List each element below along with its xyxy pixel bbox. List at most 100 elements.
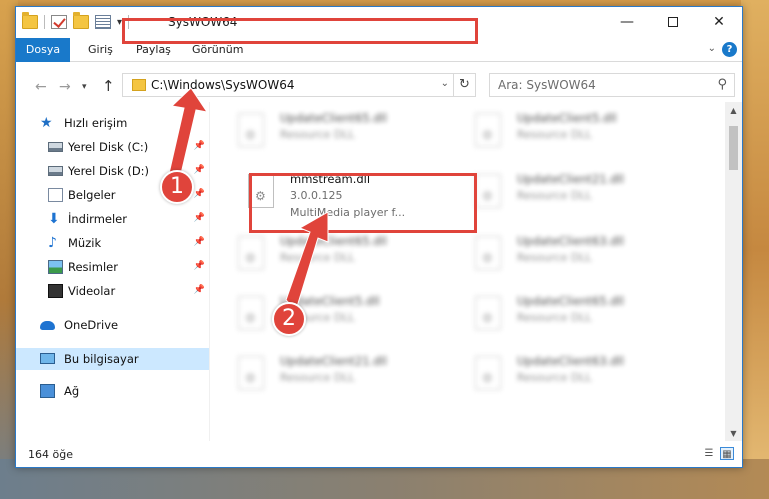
file-type: Resource DLL: [280, 371, 355, 384]
back-arrow-icon[interactable]: ←: [35, 79, 47, 95]
sidebar-item-pictures[interactable]: Resimler 📌: [16, 256, 209, 278]
address-bar[interactable]: C:\Windows\SysWOW64 ⌄ ↻: [122, 73, 476, 97]
sidebar-item-label: Belgeler: [68, 188, 116, 202]
pin-icon[interactable]: 📌: [194, 189, 205, 199]
file-type: Resource DLL: [517, 189, 592, 202]
sidebar-item-onedrive[interactable]: OneDrive: [16, 314, 209, 336]
sidebar-item-label: Yerel Disk (C:): [68, 140, 149, 154]
maximize-button[interactable]: [650, 7, 696, 37]
sidebar-item-label: İndirmeler: [68, 212, 127, 226]
file-name: UpdateClient5.dll: [517, 111, 617, 125]
dll-file-icon: [475, 174, 501, 208]
pictures-icon: [48, 260, 63, 274]
toolbar-divider: [44, 15, 45, 29]
file-name: UpdateClient21.dll: [517, 172, 624, 186]
sidebar-item-label: Resimler: [68, 260, 118, 274]
file-item[interactable]: UpdateClient65.dll Resource DLL: [228, 107, 448, 165]
music-icon: ♪: [48, 235, 57, 251]
scroll-down-icon[interactable]: ▼: [725, 425, 742, 442]
file-item[interactable]: UpdateClient21.dll Resource DLL: [228, 350, 448, 408]
file-type: Resource DLL: [517, 251, 592, 264]
sidebar-item-this-pc[interactable]: Bu bilgisayar: [16, 348, 209, 370]
file-type: Resource DLL: [517, 311, 592, 324]
file-item[interactable]: UpdateClient63.dll Resource DLL: [465, 230, 685, 288]
pin-icon[interactable]: 📌: [194, 213, 205, 223]
dll-file-icon: [238, 296, 264, 330]
pin-icon[interactable]: 📌: [194, 165, 205, 175]
desktop-background-right: [741, 0, 769, 499]
sidebar-item-label: OneDrive: [64, 318, 119, 332]
sidebar-item-downloads[interactable]: ⬇ İndirmeler 📌: [16, 208, 209, 230]
tab-file[interactable]: Dosya: [16, 38, 70, 62]
folder-icon: [132, 79, 146, 91]
sidebar-item-label: Hızlı erişim: [64, 116, 128, 130]
sidebar-item-label: Bu bilgisayar: [64, 352, 139, 366]
file-name: UpdateClient65.dll: [280, 111, 387, 125]
file-item[interactable]: UpdateClient65.dll Resource DLL: [228, 230, 448, 288]
refresh-icon[interactable]: ↻: [453, 74, 475, 96]
dll-file-icon: [238, 236, 264, 270]
pin-icon[interactable]: 📌: [194, 261, 205, 271]
help-button[interactable]: ?: [722, 42, 737, 57]
sidebar-item-label: Müzik: [68, 236, 102, 250]
scrollbar-thumb[interactable]: [729, 126, 738, 170]
sidebar-item-music[interactable]: ♪ Müzik 📌: [16, 232, 209, 254]
up-arrow-icon[interactable]: ↑: [102, 77, 115, 95]
dll-file-icon: [238, 113, 264, 147]
pin-icon[interactable]: 📌: [194, 285, 205, 295]
address-highlight-box: [122, 18, 478, 44]
address-path[interactable]: C:\Windows\SysWOW64: [151, 78, 295, 92]
properties-check-icon[interactable]: [51, 15, 67, 29]
scroll-up-icon[interactable]: ▲: [725, 102, 742, 119]
forward-arrow-icon[interactable]: →: [59, 79, 71, 95]
file-name: UpdateClient63.dll: [517, 234, 624, 248]
sidebar-item-label: Yerel Disk (D:): [68, 164, 150, 178]
file-item[interactable]: UpdateClient5.dll Resource DLL: [465, 107, 685, 165]
status-bar: 164 öğe ☰ ▦: [16, 441, 742, 467]
maximize-icon: [668, 17, 678, 27]
search-input[interactable]: Ara: SysWOW64 ⚲: [489, 73, 735, 97]
vertical-scrollbar[interactable]: ▲ ▼: [725, 102, 742, 442]
pin-icon[interactable]: 📌: [194, 141, 205, 151]
dll-file-icon: [475, 236, 501, 270]
step-badge-2: 2: [272, 302, 306, 336]
expand-ribbon-chevron-icon[interactable]: ⌄: [708, 43, 716, 54]
sidebar-item-videos[interactable]: Videolar 📌: [16, 280, 209, 302]
view-switcher: ☰ ▦: [702, 447, 734, 460]
quick-access-toolbar: ▾: [22, 12, 130, 29]
star-icon: ★: [40, 115, 53, 131]
step-badge-1: 1: [160, 170, 194, 204]
file-list: UpdateClient65.dll Resource DLL mmstream…: [210, 102, 726, 442]
file-item[interactable]: UpdateClient21.dll Resource DLL: [465, 168, 685, 226]
file-highlight-box: [249, 173, 477, 233]
properties-icon[interactable]: [95, 15, 111, 29]
tab-home[interactable]: Giriş: [76, 38, 125, 62]
dll-file-icon: [475, 113, 501, 147]
tiles-view-icon[interactable]: ▦: [720, 447, 734, 460]
file-name: UpdateClient63.dll: [517, 354, 624, 368]
computer-icon: [40, 353, 55, 364]
file-type: Resource DLL: [517, 128, 592, 141]
address-dropdown-icon[interactable]: ⌄: [441, 78, 449, 89]
recent-locations-chevron-icon[interactable]: ▾: [82, 82, 87, 92]
details-view-icon[interactable]: ☰: [702, 447, 716, 460]
address-row: ← → ▾ ↑ C:\Windows\SysWOW64 ⌄ ↻ Ara: Sys…: [16, 62, 742, 102]
explorer-window: ▾ SysWOW64 — ✕ Dosya Giriş Paylaş Görünü…: [15, 6, 743, 468]
dll-file-icon: [475, 296, 501, 330]
pin-icon[interactable]: 📌: [194, 237, 205, 247]
search-icon[interactable]: ⚲: [717, 77, 727, 92]
sidebar-item-network[interactable]: Ağ: [16, 380, 209, 402]
file-item[interactable]: UpdateClient65.dll Resource DLL: [465, 290, 685, 348]
download-icon: ⬇: [48, 211, 60, 227]
file-name: UpdateClient65.dll: [280, 234, 387, 248]
file-item[interactable]: UpdateClient5.dll Resource DLL: [228, 290, 448, 348]
search-placeholder: Ara: SysWOW64: [498, 78, 596, 92]
new-folder-icon[interactable]: [73, 12, 89, 29]
close-button[interactable]: ✕: [696, 7, 742, 37]
sidebar-item-quick-access[interactable]: ★ Hızlı erişim: [16, 112, 209, 134]
file-name: UpdateClient21.dll: [280, 354, 387, 368]
sidebar-item-local-disk-c[interactable]: Yerel Disk (C:) 📌: [16, 136, 209, 158]
onedrive-icon: [40, 321, 55, 330]
file-item[interactable]: UpdateClient63.dll Resource DLL: [465, 350, 685, 408]
minimize-button[interactable]: —: [604, 7, 650, 37]
